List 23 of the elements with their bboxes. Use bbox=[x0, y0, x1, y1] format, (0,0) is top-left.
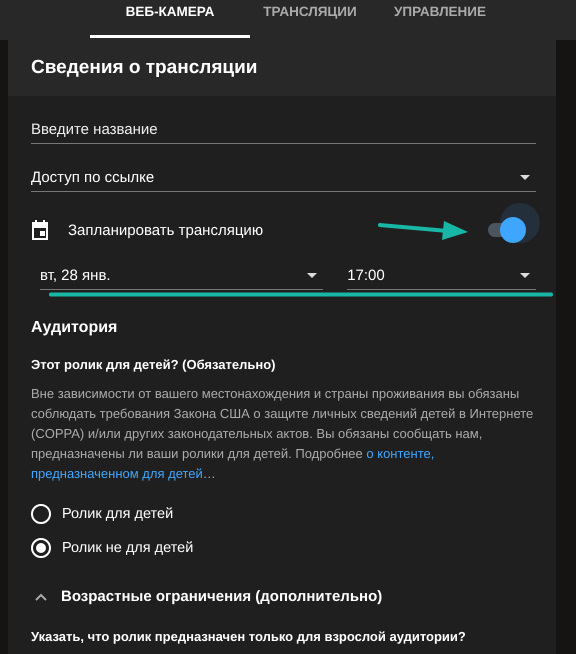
tab[interactable]: УПРАВЛЕНИЕ bbox=[370, 0, 510, 38]
question-text: Этот ролик для детей? (Обязательно) bbox=[31, 357, 276, 372]
dropdown-caret-icon bbox=[520, 273, 530, 278]
radio-option[interactable]: Ролик для детей bbox=[31, 504, 536, 524]
tab[interactable]: ТРАНСЛЯЦИИ bbox=[250, 0, 370, 38]
dropdown-caret-icon bbox=[307, 273, 318, 278]
age-restriction-label: Возрастные ограничения (дополнительно) bbox=[61, 588, 382, 605]
dropdown-caret-icon bbox=[520, 175, 530, 180]
visibility-dropdown[interactable]: Доступ по ссылке bbox=[31, 156, 536, 192]
schedule-label: Запланировать трансляцию bbox=[68, 222, 264, 238]
learn-more-link[interactable]: предназначенном для детей bbox=[31, 466, 203, 481]
section-heading: Аудитория bbox=[31, 319, 118, 337]
adult-question-text: Указать, что ролик предназначен только для взрослой аудитории? bbox=[31, 629, 467, 644]
learn-more-link[interactable]: о контенте, bbox=[366, 446, 434, 461]
date-dropdown[interactable]: вт, 28 янв. bbox=[40, 254, 324, 290]
chevron-icon[interactable] bbox=[35, 592, 47, 600]
schedule-toggle[interactable] bbox=[486, 217, 526, 243]
description-text: Вне зависимости от вашего местонахождения и страны проживания вы обязаны соблюдать требования Закона США о защите личных сведений детей в Интернете (COPPA) и/или других законодательных актов. Вы обязаны сообщать нам, предназначены ли ваши ролики для детей. Подробнее о контенте, предназначенном для детей… bbox=[31, 385, 534, 483]
panel-title: Сведения о трансляции bbox=[31, 57, 258, 79]
calendar-icon bbox=[31, 220, 49, 240]
radio-option[interactable]: Ролик не для детей bbox=[31, 538, 536, 558]
title-field[interactable]: Введите название bbox=[31, 121, 536, 138]
time-dropdown[interactable]: 17:00 bbox=[347, 254, 536, 290]
